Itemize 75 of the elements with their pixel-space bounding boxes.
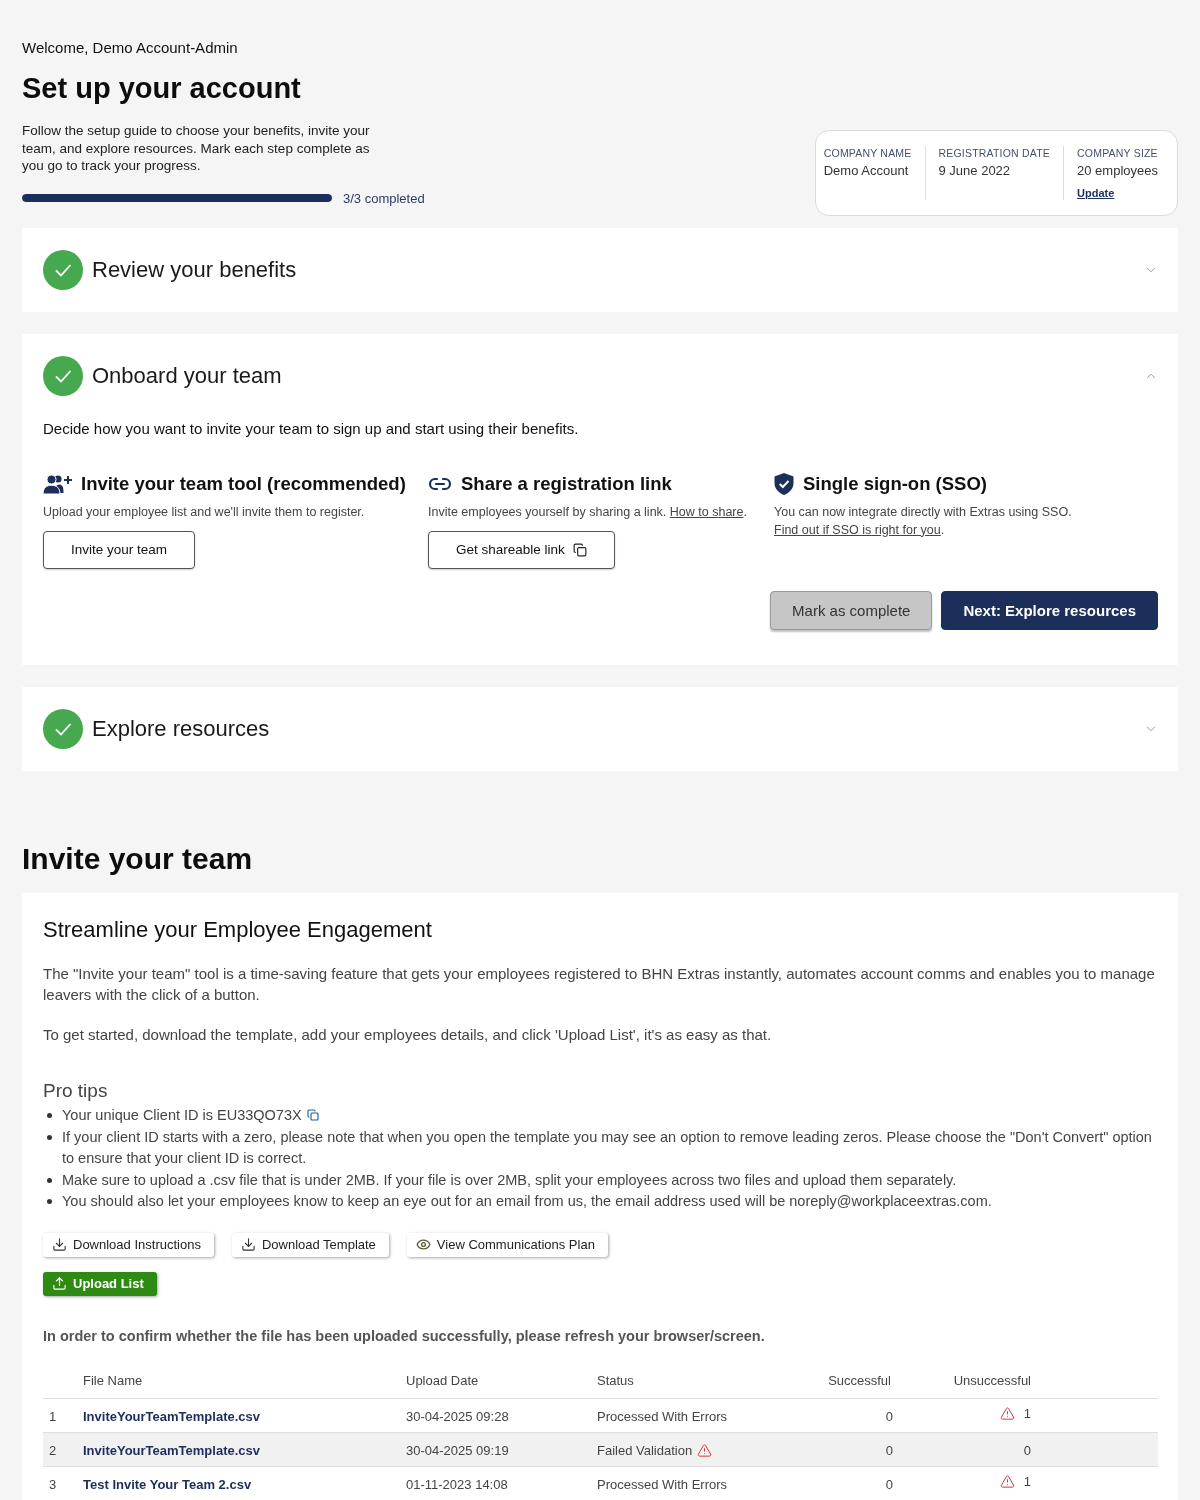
info-label: COMPANY NAME bbox=[823, 145, 912, 160]
info-label: COMPANY SIZE bbox=[1077, 145, 1158, 160]
copy-icon bbox=[572, 542, 587, 557]
row-number: 3 bbox=[49, 1476, 57, 1492]
table-cell: 30-04-2025 09:19 bbox=[406, 1442, 509, 1458]
option-title: Single sign-on (SSO) bbox=[803, 472, 987, 495]
option-title: Invite your team tool (recommended) bbox=[81, 472, 406, 495]
row-number: 2 bbox=[49, 1442, 57, 1458]
step-title: Onboard your team bbox=[92, 361, 283, 390]
tip-text: You should also let your employees know to keep an eye out for an email from us, the email address used will be noreply@workplaceextras.com. bbox=[62, 1192, 992, 1211]
download-button[interactable]: Download Instructions bbox=[43, 1232, 214, 1257]
info-value: 9 June 2022 bbox=[938, 161, 1011, 180]
shield-check-icon bbox=[774, 472, 794, 495]
next-step-button[interactable]: Next: Explore resources bbox=[941, 590, 1158, 630]
download-button[interactable]: Download Template bbox=[231, 1232, 389, 1257]
column-header: Unsuccessful bbox=[897, 1362, 1037, 1399]
column-header: Status bbox=[597, 1362, 797, 1399]
step-description: Decide how you want to invite your team to sign up and start using their benefits. bbox=[43, 418, 580, 439]
file-name-link[interactable]: Test Invite Your Team 2.csv bbox=[83, 1476, 252, 1492]
tip-text: Your unique Client ID is EU33QO73X bbox=[62, 1105, 319, 1127]
option-button[interactable]: Invite your team bbox=[43, 530, 196, 569]
progress-label: 3/3 completed bbox=[343, 190, 425, 206]
row-number: 1 bbox=[49, 1408, 57, 1424]
file-name-link[interactable]: InviteYourTeamTemplate.csv bbox=[83, 1442, 260, 1458]
table-cell: 30-04-2025 09:28 bbox=[406, 1408, 509, 1424]
info-value: 20 employees bbox=[1077, 161, 1158, 180]
paragraph: To get started, download the template, add your employees details, and click 'Upload List', it's as easy as that. bbox=[43, 1024, 773, 1045]
download-icon bbox=[52, 1237, 67, 1252]
bullet-icon bbox=[47, 1134, 52, 1140]
copy-icon[interactable] bbox=[306, 1109, 319, 1121]
info-value: Demo Account bbox=[823, 161, 909, 180]
card-title: Streamline your Employee Engagement bbox=[43, 915, 433, 944]
table-cell: Processed With Errors bbox=[597, 1476, 728, 1492]
table-cell: 0 bbox=[885, 1408, 893, 1424]
paragraph: The "Invite your team" tool is a time-saving feature that gets your employees registered to BHN Extras instantly, automates account comms and enables you to manage leavers with the click of a button. bbox=[43, 963, 1156, 1005]
table-cell: Failed Validation bbox=[597, 1442, 693, 1458]
bullet-icon bbox=[47, 1177, 52, 1183]
table-cell: 1 bbox=[1023, 1406, 1031, 1421]
option-description: You can now integrate directly with Extras using SSO. Find out if SSO is right for you. bbox=[774, 503, 1073, 539]
view-button[interactable]: View Communications Plan bbox=[406, 1232, 608, 1257]
table-cell: 0 bbox=[885, 1442, 893, 1458]
step-title: Explore resources bbox=[92, 714, 271, 743]
table-cell: Processed With Errors bbox=[597, 1408, 728, 1424]
download-icon bbox=[240, 1237, 256, 1252]
table-cell: 01-11-2023 14:08 bbox=[406, 1476, 508, 1492]
table-cell: 0 bbox=[1023, 1442, 1031, 1458]
column-header: Upload Date bbox=[406, 1362, 597, 1399]
tip-text: Make sure to upload a .csv file that is under 2MB. If your file is over 2MB, split your employees across two files and upload them separately. bbox=[62, 1170, 957, 1190]
bullet-icon bbox=[47, 1199, 52, 1204]
section-title: Invite your team bbox=[22, 840, 254, 877]
table-cell: 1 bbox=[1023, 1474, 1031, 1490]
option-description: Upload your employee list and we'll invite them to register. bbox=[43, 503, 365, 521]
option-button[interactable]: Get shareable link bbox=[428, 530, 615, 569]
column-header: File Name bbox=[83, 1362, 406, 1399]
column-header: Successful bbox=[797, 1362, 897, 1399]
help-link[interactable]: Find out if SSO is right for you bbox=[774, 522, 941, 537]
upload-icon bbox=[52, 1276, 67, 1291]
mark-complete-button[interactable]: Mark as complete bbox=[770, 590, 933, 630]
page-title: Set up your account bbox=[22, 71, 301, 106]
info-label: REGISTRATION DATE bbox=[938, 145, 1051, 160]
page-description: Follow the setup guide to choose your benefits, invite your team, and explore resources. Mark each step complete as you go to track your progress. bbox=[22, 122, 371, 175]
step-title: Review your benefits bbox=[92, 255, 298, 284]
tip-text: If your client ID starts with a zero, please note that when you open the template you may see an option to remove leading zeros. Please choose the "Don't Convert" option to ensure that your client ID is correct. bbox=[62, 1127, 1153, 1168]
welcome-text: Welcome, Demo Account-Admin bbox=[22, 38, 238, 58]
option-description: Invite employees yourself by sharing a link. How to share. bbox=[428, 503, 747, 521]
pro-tips-title: Pro tips bbox=[43, 1079, 109, 1103]
table-cell: 0 bbox=[885, 1476, 893, 1492]
file-name-link[interactable]: InviteYourTeamTemplate.csv bbox=[83, 1408, 260, 1424]
update-link[interactable]: Update bbox=[1077, 185, 1115, 200]
upload-button[interactable]: Upload List bbox=[43, 1271, 157, 1296]
refresh-note: In order to confirm whether the file has been uploaded successfully, please refresh your browser/screen. bbox=[43, 1326, 766, 1346]
eye-icon bbox=[415, 1237, 431, 1252]
bullet-icon bbox=[47, 1113, 52, 1118]
option-title: Share a registration link bbox=[461, 472, 672, 495]
users-plus-icon bbox=[43, 473, 72, 494]
